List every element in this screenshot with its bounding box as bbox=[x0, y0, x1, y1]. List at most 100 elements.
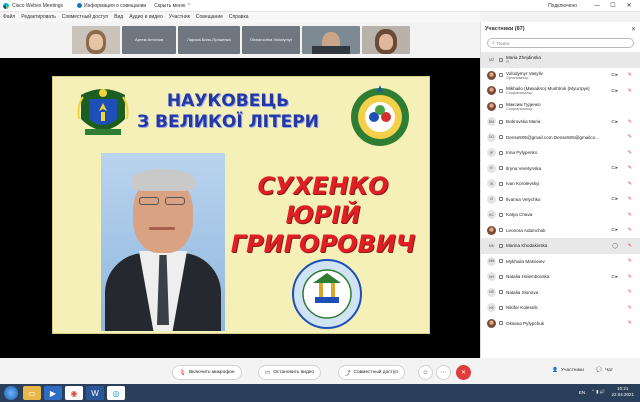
participant-info: Mykhailo Matvieiev bbox=[506, 259, 545, 264]
video-tile[interactable]: Olcharuchka Volodymyr bbox=[242, 26, 300, 54]
connection-status[interactable]: Подключено bbox=[548, 3, 577, 9]
participant-row[interactable]: Oksana Pylypchuk ✎ bbox=[481, 316, 640, 332]
mic-muted-icon[interactable]: ✎ bbox=[628, 134, 632, 140]
share-icon: ⤴ bbox=[345, 370, 351, 377]
participant-info: Nikifor Kolesnik bbox=[506, 305, 538, 310]
participant-row[interactable]: Volodymyr Vasyliv Организатор ⊏▸ ✎ bbox=[481, 68, 640, 84]
participant-row[interactable]: IV Ilryna Veretynska ⊏▸ ✎ bbox=[481, 161, 640, 177]
participant-row[interactable]: DG Dense505@gmail.com Dense505@gmailco...… bbox=[481, 130, 640, 146]
mic-muted-icon[interactable]: ✎ bbox=[628, 305, 632, 311]
hide-menu-button[interactable]: Скрыть меню ⌃ bbox=[154, 3, 191, 9]
leave-meeting-button[interactable]: ✕ bbox=[456, 365, 471, 380]
participant-row[interactable]: Leonora Adamchuk ⊏▸ ✎ bbox=[481, 223, 640, 239]
participant-name: Ilryna Veretynska bbox=[506, 165, 542, 171]
menu-edit[interactable]: Редактировать bbox=[21, 14, 56, 20]
participant-row[interactable]: NH Natalia Holembovska ⊏▸ ✎ bbox=[481, 269, 640, 285]
participants-tab[interactable]: 👤 Участники bbox=[552, 368, 584, 373]
video-tile[interactable] bbox=[72, 26, 120, 54]
participant-name: Oksana Pylypchuk bbox=[506, 320, 545, 326]
start-button[interactable] bbox=[4, 386, 18, 400]
reactions-button[interactable]: ☺ bbox=[418, 365, 433, 380]
participant-info: Leonora Adamchuk bbox=[506, 228, 546, 233]
avatar: NS bbox=[487, 287, 496, 297]
menu-participant[interactable]: Участник bbox=[169, 14, 190, 20]
video-tile[interactable]: Артем Антонов bbox=[122, 26, 176, 54]
mic-muted-icon[interactable]: ✎ bbox=[628, 119, 632, 125]
mic-muted-icon[interactable]: ✎ bbox=[628, 165, 632, 171]
mic-muted-icon[interactable]: ✎ bbox=[628, 289, 632, 295]
video-status-icon: ◯ bbox=[612, 242, 618, 249]
chrome-icon[interactable]: ◉ bbox=[65, 386, 83, 400]
participant-row[interactable]: NS Natalia Slonova ✎ bbox=[481, 285, 640, 301]
device-icon bbox=[499, 228, 503, 233]
webex-logo-icon bbox=[3, 2, 9, 9]
word-icon[interactable]: W bbox=[86, 386, 104, 400]
chat-icon: 💬 bbox=[596, 368, 602, 373]
mic-muted-icon[interactable]: ✎ bbox=[628, 196, 632, 202]
participant-row[interactable]: MM Mykhailo Matvieiev ✎ bbox=[481, 254, 640, 270]
mic-muted-icon[interactable]: ✎ bbox=[628, 72, 632, 78]
mic-muted-icon[interactable]: ✎ bbox=[628, 320, 632, 326]
participant-row[interactable]: NK Nikifor Kolesnik ✎ bbox=[481, 300, 640, 316]
language-indicator[interactable]: EN bbox=[579, 390, 585, 395]
share-button[interactable]: ⤴ Совместный доступ bbox=[338, 365, 405, 380]
clock[interactable]: 10:21 22.04.2021 bbox=[611, 386, 634, 398]
tray-icons[interactable]: ⌃ ▮ 🔊 bbox=[591, 389, 605, 395]
minimize-button[interactable]: — bbox=[589, 3, 605, 9]
menu-help[interactable]: Справка bbox=[229, 14, 249, 20]
participant-row[interactable]: Максим Гуденко Соорганизатор bbox=[481, 99, 640, 115]
video-status-icon: ⊏▸ bbox=[611, 196, 618, 203]
participant-row[interactable]: Mikhailo (Михайло) Mushtruk (Муштрук) Соо… bbox=[481, 83, 640, 99]
mic-muted-icon[interactable]: ✎ bbox=[628, 88, 632, 94]
menu-share[interactable]: Совместный доступ bbox=[62, 14, 108, 20]
more-options-button[interactable]: ⋯ bbox=[436, 365, 451, 380]
search-input[interactable]: Поиск bbox=[497, 41, 509, 46]
chat-tab[interactable]: 💬 Чат bbox=[596, 368, 613, 373]
mic-muted-icon[interactable]: ✎ bbox=[628, 212, 632, 218]
video-tile[interactable] bbox=[362, 26, 410, 54]
menu-file[interactable]: Файл bbox=[3, 14, 15, 20]
mic-muted-icon[interactable]: ✎ bbox=[628, 258, 632, 264]
video-tile[interactable]: Лариса Биль-Праженко bbox=[178, 26, 240, 54]
mic-muted-icon[interactable]: ✎ bbox=[628, 274, 632, 280]
participant-name: Dense505@gmail.com Dense505@gmailco... bbox=[506, 134, 600, 140]
menu-view[interactable]: Вид bbox=[114, 14, 123, 20]
participant-row[interactable]: MK Marina Khodakivska ◯ ✎ bbox=[481, 238, 640, 254]
participant-row[interactable]: IP Irina Pylypenko ✎ bbox=[481, 145, 640, 161]
info-icon bbox=[77, 3, 83, 8]
participant-info: Natalia Holembovska bbox=[506, 274, 549, 279]
file-explorer-icon[interactable]: ▭ bbox=[23, 386, 41, 400]
mic-muted-icon[interactable]: ✎ bbox=[628, 181, 632, 187]
media-player-icon[interactable]: ▶ bbox=[44, 386, 62, 400]
mic-muted-icon[interactable]: ✎ bbox=[628, 150, 632, 156]
maximize-button[interactable]: ☐ bbox=[605, 2, 621, 9]
webex-taskbar-icon[interactable]: ◎ bbox=[107, 386, 125, 400]
close-button[interactable]: ✕ bbox=[621, 2, 637, 9]
stop-video-button[interactable]: ▭ Остановить видео bbox=[258, 365, 322, 380]
university-emblem-icon bbox=[351, 85, 409, 146]
participant-search[interactable]: ⌕ Поиск ↕ bbox=[487, 38, 634, 48]
participant-name: Nikifor Kolesnik bbox=[506, 305, 538, 311]
participant-name: Natalia Slonova bbox=[506, 289, 539, 295]
participant-row[interactable]: MZ Maria Zhejdinska Я bbox=[481, 52, 640, 68]
menu-audio-video[interactable]: Аудио и видео bbox=[129, 14, 163, 20]
participant-row[interactable]: KC Katya Chava ✎ bbox=[481, 207, 640, 223]
meeting-info-button[interactable]: Информация о совещании bbox=[77, 3, 146, 9]
device-icon bbox=[499, 197, 503, 202]
avatar: IK bbox=[487, 179, 496, 189]
participant-name: Natalia Holembovska bbox=[506, 274, 550, 280]
participant-row[interactable]: IK Ivan Korolevskyi ✎ bbox=[481, 176, 640, 192]
unmute-button[interactable]: 🎙 Включить микрофон bbox=[172, 365, 242, 380]
close-panel-icon[interactable]: ✕ bbox=[631, 26, 636, 33]
participants-title[interactable]: Участники (87) bbox=[485, 26, 631, 32]
participant-info: Oksana Pylypchuk bbox=[506, 321, 544, 326]
participant-info: Irina Pylypenko bbox=[506, 150, 537, 155]
participant-row[interactable]: BM Bobrovska Maria ⊏▸ ✎ bbox=[481, 114, 640, 130]
mic-muted-icon[interactable]: ✎ bbox=[628, 227, 632, 233]
participant-row[interactable]: IV Ilvanna Velychko ⊏▸ ✎ bbox=[481, 192, 640, 208]
mic-muted-icon[interactable]: ✎ bbox=[628, 243, 632, 249]
menu-meeting[interactable]: Совещание bbox=[196, 14, 223, 20]
shared-content-stage: НАУКОВЕЦЬ З ВЕЛИКОЇ ЛІТЕРИ СУХЕНКО ЮРІЙ … bbox=[0, 58, 480, 358]
device-icon bbox=[499, 166, 503, 171]
video-tile[interactable] bbox=[302, 26, 360, 54]
